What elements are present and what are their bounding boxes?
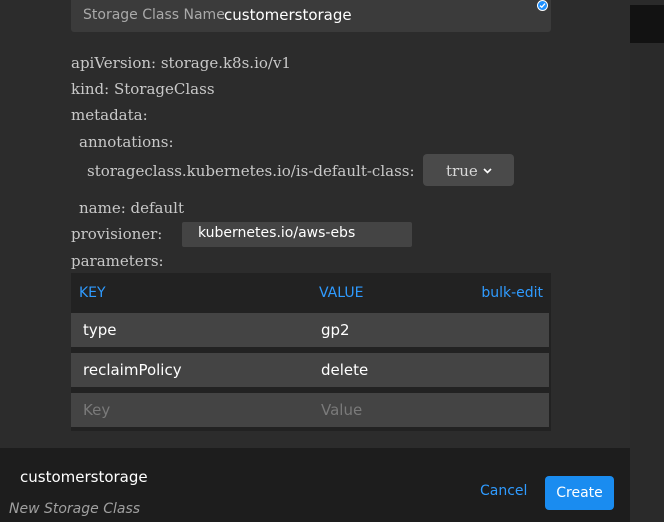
new-key-input[interactable]: Key	[71, 393, 309, 427]
parameter-key-value: reclaimPolicy	[83, 361, 182, 379]
chevron-down-icon	[483, 168, 492, 174]
bulk-edit-link[interactable]: bulk-edit	[481, 285, 543, 301]
provisioner-value: kubernetes.io/aws-ebs	[198, 225, 356, 241]
yaml-metadata: metadata:	[71, 106, 148, 124]
default-class-value: true	[446, 162, 478, 180]
parameter-value-value: delete	[321, 361, 369, 379]
yaml-provisioner-key: provisioner:	[71, 225, 163, 243]
new-key-placeholder: Key	[83, 401, 111, 419]
parameter-key-input[interactable]: reclaimPolicy	[71, 353, 309, 387]
cancel-button[interactable]: Cancel	[480, 483, 527, 499]
value-column-header: VALUE	[319, 285, 364, 301]
yaml-name: name: default	[79, 199, 184, 217]
background-panel-edge	[630, 5, 664, 43]
storage-class-name-field[interactable]: Storage Class Name customerstorage	[71, 0, 551, 32]
default-class-select[interactable]: true	[423, 154, 514, 186]
footer-bar: customerstorage New Storage Class Cancel…	[0, 448, 630, 522]
footer-subtitle: New Storage Class	[9, 501, 141, 517]
parameters-table: KEY VALUE bulk-edit type gp2 reclaimPoli…	[71, 273, 551, 431]
parameter-value-input[interactable]: delete	[309, 353, 549, 387]
yaml-kind: kind: StorageClass	[71, 80, 215, 98]
yaml-parameters: parameters:	[71, 252, 164, 270]
key-column-header: KEY	[79, 285, 106, 301]
provisioner-input[interactable]: kubernetes.io/aws-ebs	[182, 222, 412, 247]
new-value-placeholder: Value	[321, 401, 363, 419]
yaml-default-class-key: storageclass.kubernetes.io/is-default-cl…	[87, 162, 415, 180]
parameter-key-value: type	[83, 321, 117, 339]
yaml-api-version: apiVersion: storage.k8s.io/v1	[71, 54, 291, 72]
background-panel	[630, 0, 664, 522]
new-value-input[interactable]: Value	[309, 393, 549, 427]
check-icon	[537, 0, 548, 11]
storage-class-name-input[interactable]: customerstorage	[224, 6, 352, 24]
parameter-value-input[interactable]: gp2	[309, 313, 549, 347]
storage-class-name-label: Storage Class Name	[83, 7, 225, 23]
yaml-annotations: annotations:	[79, 133, 174, 151]
parameter-key-input[interactable]: type	[71, 313, 309, 347]
create-button[interactable]: Create	[545, 476, 614, 510]
footer-title: customerstorage	[20, 468, 148, 486]
parameter-value-value: gp2	[321, 321, 350, 339]
storage-class-editor: Storage Class Name customerstorage apiVe…	[0, 0, 630, 448]
